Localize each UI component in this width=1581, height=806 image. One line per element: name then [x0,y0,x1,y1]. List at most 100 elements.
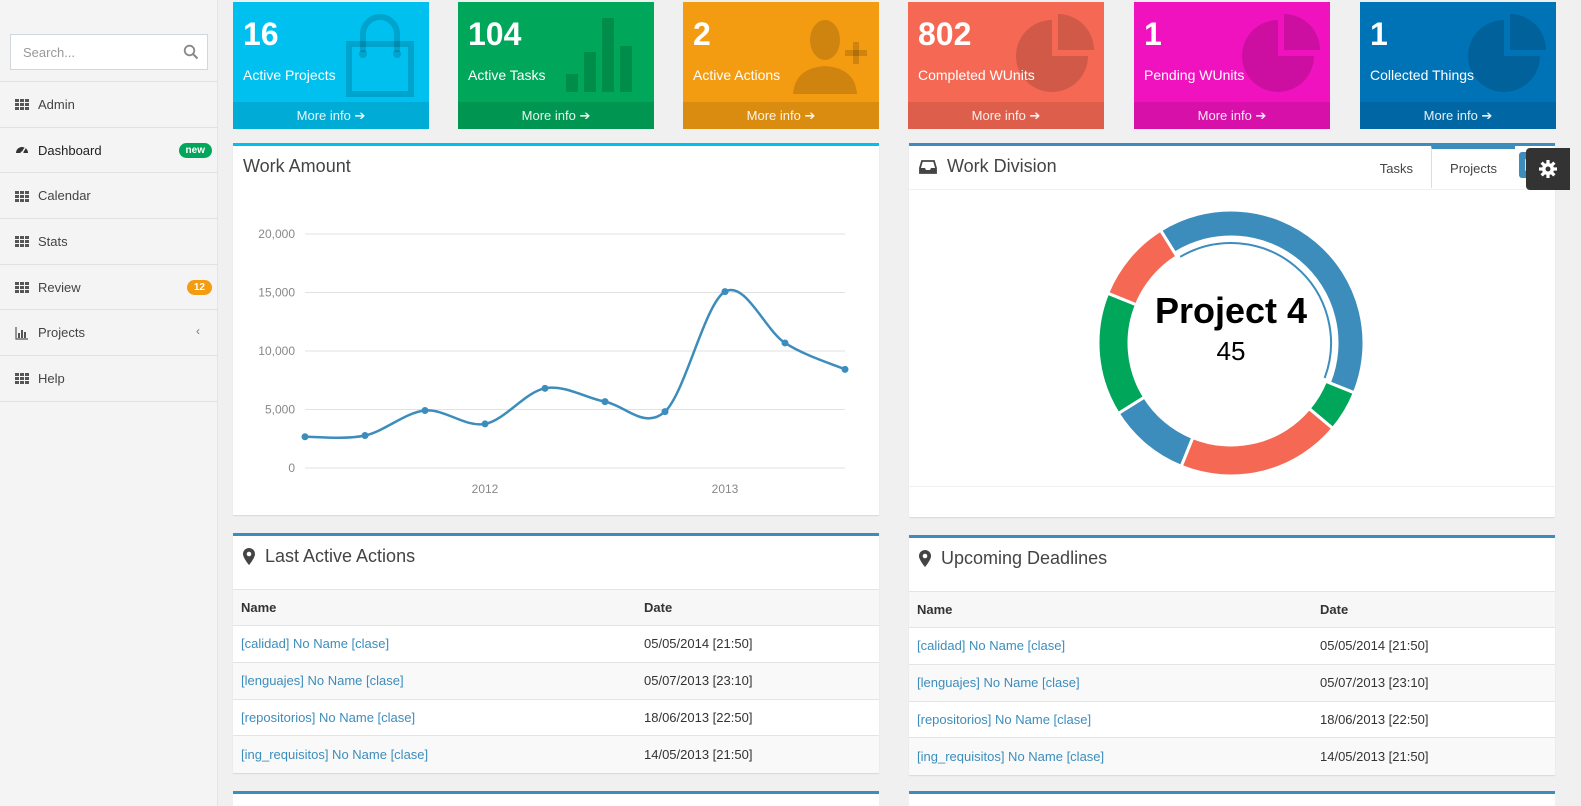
search-input[interactable] [11,35,171,69]
date-cell: 05/07/2013 [23:10] [636,661,879,700]
more-info-link[interactable]: More info ➔ [908,102,1104,129]
table-row: [ing_requisitos] No Name [clase] 14/05/20… [909,737,1555,775]
sidebar-item-dashboard[interactable]: Dashboard new [0,128,218,174]
date-cell: 05/05/2014 [21:50] [1312,627,1555,665]
sidebar-item-stats[interactable]: Stats [0,219,218,265]
work-division-panel: Work Division Tasks Projects Project 4 45 [909,143,1555,517]
sidebar-item-label: Admin [38,96,75,112]
dashboard-icon [16,147,28,155]
table-row: [lenguajes] No Name [clase] 05/07/2013 [2… [233,661,879,700]
info-box-label: Active Projects [243,67,336,83]
last-actions-table: Name Date [calidad] No Name [clase] 05/05… [233,589,879,773]
more-info-link[interactable]: More info ➔ [683,102,879,129]
bar-chart-icon [566,18,632,92]
panel-title: Work Division [919,156,1057,177]
more-info-link[interactable]: More info ➔ [1360,102,1556,129]
chevron-left-icon[interactable]: ‹ [196,324,200,338]
sidebar-item-label: Projects [38,325,85,341]
y-tick-label: 20,000 [258,227,295,241]
map-marker-icon [919,549,931,567]
deadline-link[interactable]: [calidad] No Name [clase] [917,638,1065,653]
action-link[interactable]: [lenguajes] No Name [clase] [241,673,404,688]
panel-title: Last Active Actions [243,546,415,567]
data-point[interactable] [721,288,729,296]
more-info-link[interactable]: More info ➔ [233,102,429,129]
column-header: Date [1312,591,1555,628]
sidebar-item-help[interactable]: Help [0,356,218,402]
action-link[interactable]: [repositorios] No Name [clase] [241,710,415,725]
info-box-active-projects: 16 Active Projects More info ➔ [233,2,429,129]
info-box-label: Completed WUnits [918,67,1035,83]
work-amount-panel: Work Amount 0 5,000 10,000 15,000 20,000 2012… [233,143,879,515]
settings-toggle[interactable] [1526,148,1570,190]
date-cell: 18/06/2013 [22:50] [1312,700,1555,738]
y-tick-label: 10,000 [258,344,295,358]
grid-icon [15,99,29,111]
deadline-link[interactable]: [repositorios] No Name [clase] [917,712,1091,727]
sidebar-item-label: Help [38,370,65,386]
pie-chart-icon [1242,14,1320,92]
deadline-link[interactable]: [ing_requisitos] No Name [clase] [917,749,1104,764]
data-point[interactable] [421,407,429,415]
info-box-label: Active Tasks [468,67,546,83]
action-link[interactable]: [calidad] No Name [clase] [241,636,389,651]
deadlines-table: Name Date [calidad] No Name [clase] 05/05… [909,591,1555,775]
table-row: [repositorios] No Name [clase] 18/06/2013… [909,700,1555,738]
sidebar: Admin Dashboard new Calendar Stats Revie… [0,0,218,806]
data-point[interactable] [301,433,309,441]
info-box-label: Collected Things [1370,67,1475,83]
series-line [304,288,846,440]
column-header: Name [233,589,636,626]
action-link[interactable]: [ing_requisitos] No Name [clase] [241,747,428,762]
table-row: [calidad] No Name [clase] 05/05/2014 [21:… [909,627,1555,665]
work-division-donut-chart: Project 4 45 [1096,208,1366,478]
data-point[interactable] [781,339,789,347]
donut-segment[interactable] [1096,291,1147,416]
bar-chart-icon [15,326,28,340]
y-tick-label: 15,000 [258,286,295,300]
deadline-link[interactable]: [lenguajes] No Name [clase] [917,675,1080,690]
table-row: [repositorios] No Name [clase] 18/06/2013… [233,698,879,736]
sidebar-item-label: Stats [38,233,68,249]
table-row: [calidad] No Name [clase] 05/05/2014 [21:… [233,625,879,663]
pie-chart-icon [1016,14,1094,92]
tab-projects[interactable]: Projects [1431,146,1515,188]
pie-chart-icon [1468,14,1546,92]
user-add-icon [793,20,867,94]
info-box-value: 2 [693,16,711,52]
data-point[interactable] [601,398,609,406]
info-box-active-actions: 2 Active Actions More info ➔ [683,2,879,129]
review-count-badge: 12 [186,279,212,295]
search-form [10,34,208,70]
more-info-link[interactable]: More info ➔ [458,102,654,129]
search-icon[interactable] [183,44,199,60]
grid-icon [15,236,29,248]
data-point[interactable] [661,408,669,416]
tab-tasks[interactable]: Tasks [1362,146,1431,188]
donut-center-label: Project 4 [1155,290,1307,331]
info-box-active-tasks: 104 Active Tasks More info ➔ [458,2,654,129]
data-point[interactable] [541,384,549,392]
data-point[interactable] [481,420,489,428]
date-cell: 14/05/2013 [21:50] [636,735,879,773]
work-division-tabs: Tasks Projects [1362,146,1515,188]
gear-icon [1539,160,1557,178]
donut-segment[interactable] [1179,406,1335,478]
info-box-pending-wunits: 1 Pending WUnits More info ➔ [1134,2,1330,129]
info-box-value: 1 [1144,16,1162,52]
shopping-bag-icon [346,14,414,97]
data-point[interactable] [361,431,369,439]
inbox-icon [919,159,937,174]
date-cell: 18/06/2013 [22:50] [636,698,879,736]
sidebar-item-projects[interactable]: Projects ‹ [0,310,218,357]
more-info-link[interactable]: More info ➔ [1134,102,1330,129]
deadlines-panel: Upcoming Deadlines Name Date [calidad] N… [909,535,1555,775]
sidebar-item-label: Review [38,279,81,295]
sidebar-item-admin[interactable]: Admin [0,82,218,128]
sidebar-item-calendar[interactable]: Calendar [0,173,218,220]
data-point[interactable] [841,365,849,373]
info-box-collected-things: 1 Collected Things More info ➔ [1360,2,1556,129]
sidebar-menu: Admin Dashboard new Calendar Stats Revie… [0,81,218,402]
column-header: Date [636,589,879,626]
sidebar-item-review[interactable]: Review 12 [0,265,218,311]
